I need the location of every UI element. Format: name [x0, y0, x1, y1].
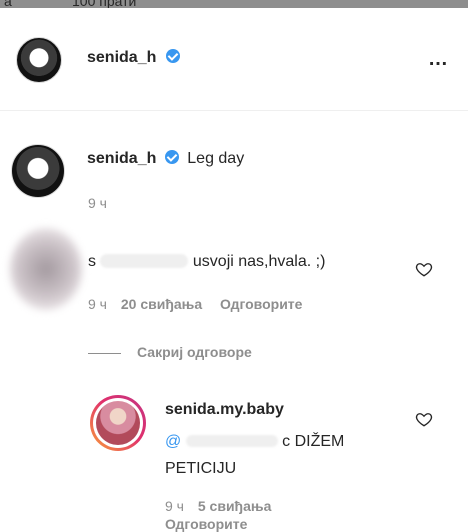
- header-divider: [0, 110, 468, 111]
- header-username[interactable]: senida_h: [87, 49, 156, 66]
- reply-text: @ c DIŽEM PETICIJU: [165, 428, 344, 482]
- header-user: senida_h: [87, 49, 181, 67]
- like-heart-icon[interactable]: [415, 260, 433, 278]
- comment-likes[interactable]: 20 свиђања: [121, 296, 202, 312]
- redacted-text: [100, 254, 189, 268]
- reply-text-start: @: [165, 433, 182, 450]
- reply-avatar[interactable]: [90, 395, 146, 451]
- reply-time: 9 ч: [165, 498, 184, 514]
- reply-text-line2: PETICIJU: [165, 460, 237, 477]
- comment-meta: 9 ч 20 свиђања Одговорите: [88, 296, 302, 312]
- comment-time: 9 ч: [88, 296, 107, 312]
- hide-replies-line: [88, 352, 121, 354]
- reply-likes[interactable]: 5 свиђања: [198, 498, 272, 514]
- hide-replies-button[interactable]: Сакриј одговоре: [88, 344, 252, 360]
- redacted-text: [185, 435, 278, 447]
- top-cutoff-strip: а 100 прати: [0, 0, 468, 8]
- caption-avatar[interactable]: [11, 144, 65, 198]
- caption: senida_h Leg day: [87, 150, 244, 168]
- verified-badge-icon: [166, 49, 181, 63]
- reply-reply-button[interactable]: Одговорите: [165, 516, 247, 532]
- caption-time: 9 ч: [88, 195, 107, 211]
- comment-reply-button[interactable]: Одговорите: [220, 296, 302, 312]
- reply-text-end: c DIŽEM: [282, 433, 345, 450]
- comment-text-start: s: [88, 253, 96, 270]
- more-options-icon[interactable]: …: [428, 48, 449, 71]
- comment-text: s usvoji nas,hvala. ;): [88, 253, 325, 271]
- reply-meta: 9 ч 5 свиђања: [165, 498, 271, 514]
- header-avatar[interactable]: [16, 37, 62, 83]
- caption-username[interactable]: senida_h: [87, 150, 156, 167]
- reply-username: senida.my.baby: [165, 401, 284, 418]
- followers-count: 100 прати: [72, 0, 137, 8]
- top-left-text: а: [4, 0, 12, 8]
- comment-text-end: usvoji nas,hvala. ;): [192, 253, 326, 270]
- caption-text: Leg day: [187, 150, 245, 167]
- hide-replies-label: Сакриј одговоре: [137, 344, 252, 360]
- verified-badge-icon: [164, 150, 179, 164]
- like-heart-icon[interactable]: [415, 410, 433, 428]
- comment-avatar[interactable]: [10, 228, 82, 310]
